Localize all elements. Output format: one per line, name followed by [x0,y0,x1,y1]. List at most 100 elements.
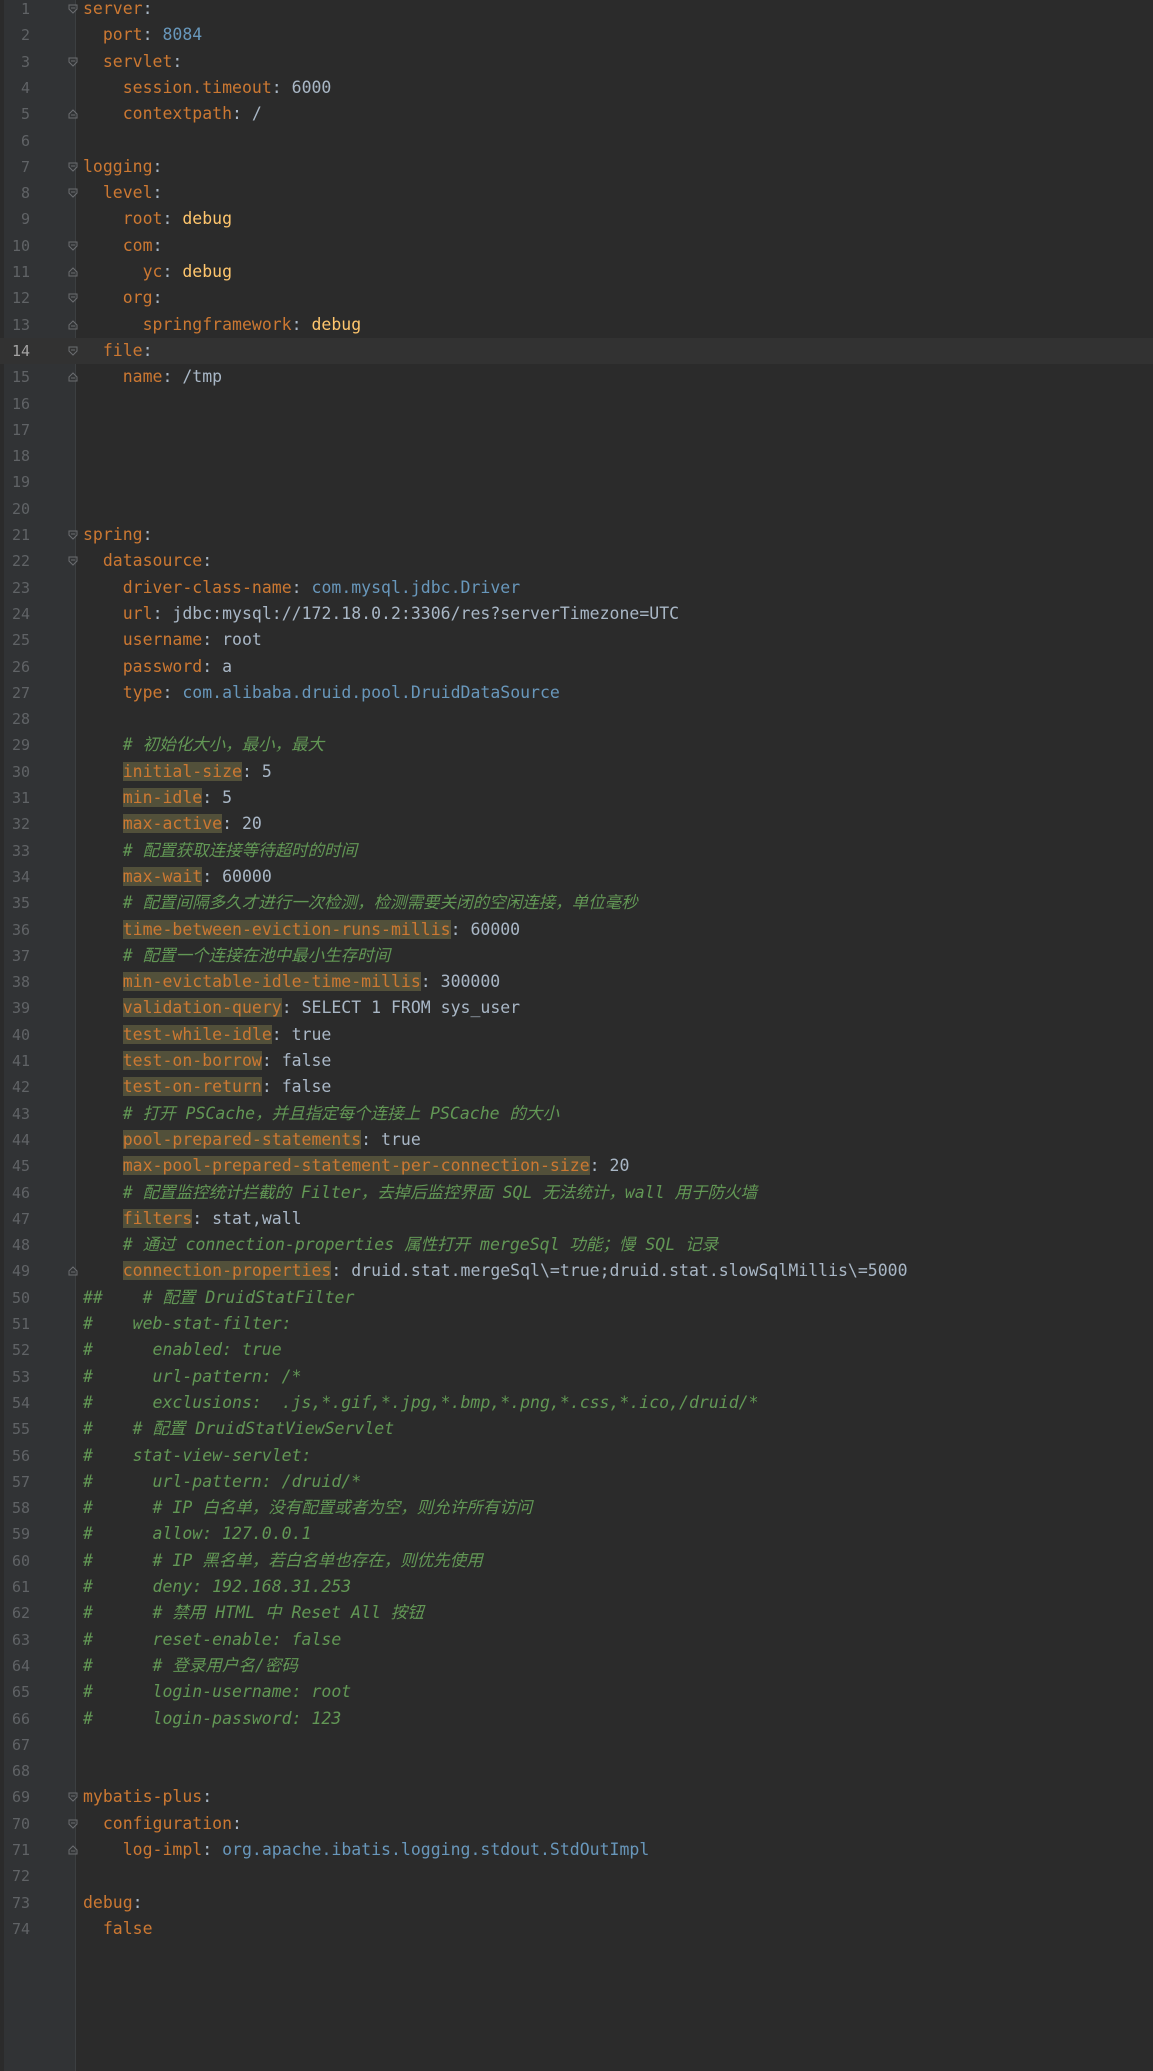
code-line[interactable]: 52 # enabled: true [0,1337,1153,1363]
fold-open-icon[interactable] [68,57,78,67]
code-line[interactable]: 74 false [0,1916,1153,1942]
code-line[interactable]: 73 debug: [0,1890,1153,1916]
code-line[interactable]: 25 username: root [0,627,1153,653]
fold-open-icon[interactable] [68,4,78,14]
code-line[interactable]: 23 driver-class-name: com.mysql.jdbc.Dri… [0,575,1153,601]
fold-open-icon[interactable] [68,346,78,356]
code-line[interactable]: 4 session.timeout: 6000 [0,75,1153,101]
key-token: configuration [102,1813,233,1833]
code-line[interactable]: 56 # stat-view-servlet: [0,1443,1153,1469]
code-line[interactable]: 54 # exclusions: .js,*.gif,*.jpg,*.bmp,*.… [0,1390,1153,1416]
code-line[interactable]: 28 [0,706,1153,732]
code-line[interactable]: 62 # # 禁用 HTML 中 Reset All 按钮 [0,1600,1153,1626]
code-line[interactable]: 63 # reset-enable: false [0,1627,1153,1653]
code-line[interactable]: 22 datasource: [0,548,1153,574]
code-line[interactable]: 9 root: debug [0,206,1153,232]
code-line[interactable]: 21 spring: [0,522,1153,548]
code-line[interactable]: 72 [0,1863,1153,1889]
value-token: : [202,551,213,571]
code-line[interactable]: 45 max-pool-prepared-statement-per-conne… [0,1153,1153,1179]
code-line[interactable]: 59 # allow: 127.0.0.1 [0,1521,1153,1547]
fold-open-icon[interactable] [68,1819,78,1829]
code-line[interactable]: 6 [0,128,1153,154]
code-line[interactable]: 36 time-between-eviction-runs-millis: 60… [0,917,1153,943]
code-line[interactable]: 38 min-evictable-idle-time-millis: 30000… [0,969,1153,995]
code-line[interactable]: 58 # # IP 白名单，没有配置或者为空，则允许所有访问 [0,1495,1153,1521]
fold-open-icon[interactable] [68,1792,78,1803]
code-line[interactable]: 5 contextpath: / [0,101,1153,127]
code-line[interactable]: 57 # url-pattern: /druid/* [0,1469,1153,1495]
code-line[interactable]: 51 # web-stat-filter: [0,1311,1153,1337]
fold-open-icon[interactable] [68,162,78,172]
code-line[interactable]: 11 yc: debug [0,259,1153,285]
code-line[interactable]: 17 [0,417,1153,443]
line-number: 50 [11,1288,30,1307]
code-line[interactable]: 69 mybatis-plus: [0,1784,1153,1810]
code-line[interactable]: 60 # # IP 黑名单，若白名单也存在，则优先使用 [0,1548,1153,1574]
code-line[interactable]: 67 [0,1732,1153,1758]
code-line[interactable]: 55 # # 配置 DruidStatViewServlet [0,1416,1153,1442]
code-line[interactable]: 48 # 通过 connection-properties 属性打开 merge… [0,1232,1153,1258]
code-line[interactable]: 47 filters: stat,wall [0,1206,1153,1232]
code-line[interactable]: 37 # 配置一个连接在池中最小生存时间 [0,943,1153,969]
code-line[interactable]: 66 # login-password: 123 [0,1706,1153,1732]
code-line[interactable]: 29 # 初始化大小，最小，最大 [0,732,1153,758]
code-line[interactable]: 43 # 打开 PSCache，并且指定每个连接上 PSCache 的大小 [0,1101,1153,1127]
code-line[interactable]: 24 url: jdbc:mysql://172.18.0.2:3306/res… [0,601,1153,627]
fold-open-icon[interactable] [68,188,78,198]
code-line[interactable]: 31 min-idle: 5 [0,785,1153,811]
code-line[interactable]: 46 # 配置监控统计拦截的 Filter，去掉后监控界面 SQL 无法统计，w… [0,1180,1153,1206]
code-line[interactable]: 35 # 配置间隔多久才进行一次检测，检测需要关闭的空闲连接，单位毫秒 [0,890,1153,916]
code-line[interactable]: 12 org: [0,285,1153,311]
code-line[interactable]: 3 servlet: [0,49,1153,75]
code-line[interactable]: 41 test-on-borrow: false [0,1048,1153,1074]
line-number: 56 [11,1446,30,1465]
code-line[interactable]: 18 [0,443,1153,469]
code-line[interactable]: 1 server: [0,0,1153,22]
code-line[interactable]: 32 max-active: 20 [0,811,1153,837]
code-line[interactable]: 50 ## # 配置 DruidStatFilter [0,1285,1153,1311]
line-number: 15 [11,368,30,387]
code-line[interactable]: 19 [0,469,1153,495]
code-line[interactable]: 53 # url-pattern: /* [0,1364,1153,1390]
fold-open-icon[interactable] [68,530,78,540]
fold-open-icon[interactable] [68,293,78,304]
code-line[interactable]: 64 # # 登录用户名/密码 [0,1653,1153,1679]
code-line[interactable]: 33 # 配置获取连接等待超时的时间 [0,838,1153,864]
code-line[interactable]: 10 com: [0,233,1153,259]
line-number: 26 [11,657,30,676]
code-line[interactable]: 26 password: a [0,654,1153,680]
code-line[interactable]: 44 pool-prepared-statements: true [0,1127,1153,1153]
code-line[interactable]: 34 max-wait: 60000 [0,864,1153,890]
code-line[interactable]: 27 type: com.alibaba.druid.pool.DruidDat… [0,680,1153,706]
fold-close-icon[interactable] [68,1266,78,1276]
code-editor[interactable]: 1 server: 2 port: 8084 3 servlet: 4 session.… [0,0,1153,2071]
code-line[interactable]: 70 configuration: [0,1811,1153,1837]
code-line[interactable]: 13 springframework: debug [0,312,1153,338]
value-token [83,1840,123,1859]
fold-close-icon[interactable] [68,319,78,330]
code-line[interactable]: 8 level: [0,180,1153,206]
code-line[interactable]: 49 connection-properties: druid.stat.mer… [0,1258,1153,1284]
code-line[interactable]: 16 [0,391,1153,417]
fold-close-icon[interactable] [68,1845,78,1855]
code-line[interactable]: 14 file: [0,337,1153,365]
code-line[interactable]: 20 [0,496,1153,522]
code-line[interactable]: 65 # login-username: root [0,1679,1153,1705]
fold-close-icon[interactable] [68,109,78,119]
key-token: com [122,235,153,255]
code-line[interactable]: 39 validation-query: SELECT 1 FROM sys_u… [0,995,1153,1021]
code-line[interactable]: 61 # deny: 192.168.31.253 [0,1574,1153,1600]
code-line[interactable]: 7 logging: [0,154,1153,180]
fold-open-icon[interactable] [68,556,78,567]
code-line[interactable]: 42 test-on-return: false [0,1074,1153,1100]
code-line[interactable]: 2 port: 8084 [0,22,1153,48]
fold-open-icon[interactable] [68,241,78,251]
code-line[interactable]: 40 test-while-idle: true [0,1022,1153,1048]
fold-close-icon[interactable] [68,267,78,277]
code-line[interactable]: 15 name: /tmp [0,364,1153,390]
fold-close-icon[interactable] [68,372,78,382]
code-line[interactable]: 30 initial-size: 5 [0,759,1153,785]
code-line[interactable]: 68 [0,1758,1153,1784]
code-line[interactable]: 71 log-impl: org.apache.ibatis.logging.s… [0,1837,1153,1863]
